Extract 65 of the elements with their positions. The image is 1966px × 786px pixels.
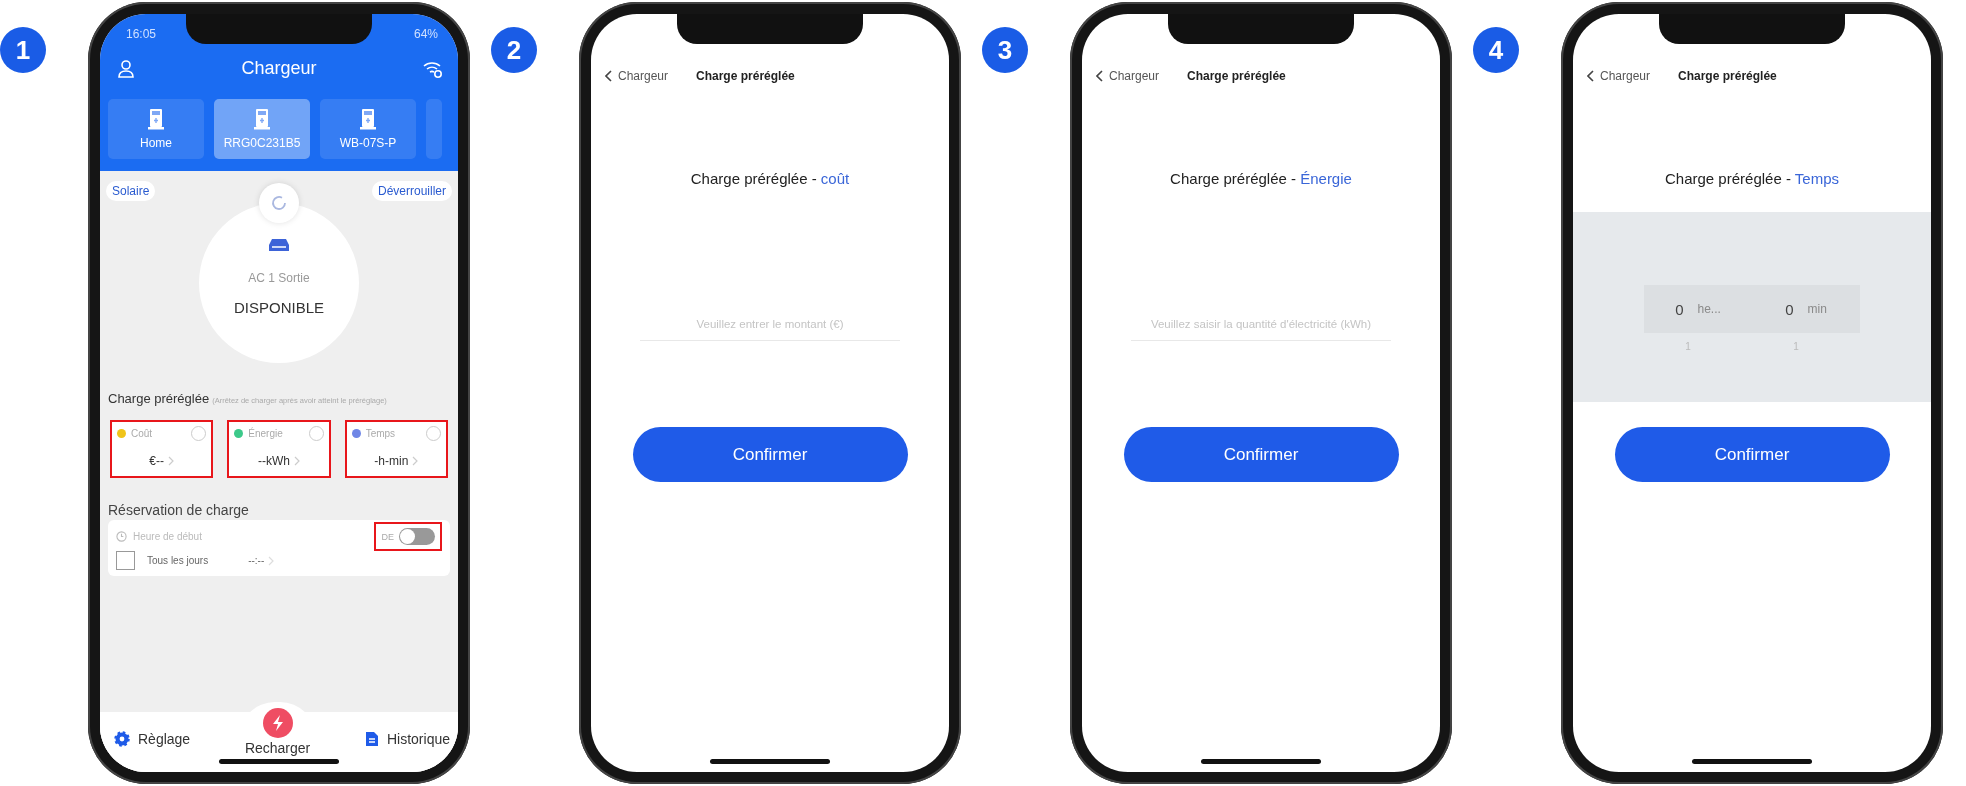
history-tab[interactable]: Historique (364, 731, 450, 747)
form-heading: Charge préréglée - Énergie (1170, 170, 1352, 189)
picker-value: 0 (1785, 300, 1794, 318)
back-icon (1096, 70, 1104, 82)
time-value: --:-- (248, 555, 265, 566)
section-title: Réservation de charge (107, 501, 250, 520)
unlock-button[interactable]: Déverrouiller (371, 181, 452, 201)
car-icon (266, 237, 292, 253)
connector-label: AC 1 Sortie (248, 271, 310, 285)
step-number: 4 (1473, 27, 1519, 73)
back-link[interactable]: Chargeur (1096, 69, 1160, 83)
option-value: --kWh (258, 454, 290, 468)
section-title: Charge préréglée (108, 391, 210, 406)
confirm-button[interactable]: Confirmer (1614, 427, 1890, 482)
screen-title: Charge préréglée (1678, 69, 1777, 83)
back-icon (1587, 70, 1595, 82)
option-label: Coût (131, 428, 154, 439)
settings-tab[interactable]: Règlage (114, 731, 191, 747)
option-label: Temps (365, 428, 397, 439)
start-time-label: Heure de début (133, 531, 202, 542)
back-icon (605, 70, 613, 82)
form-heading: Charge préréglée - coût (690, 170, 850, 189)
picker-unit: min (1807, 302, 1827, 316)
charging-station-icon (254, 108, 270, 130)
chevron-icon (412, 456, 419, 466)
refresh-icon (270, 194, 288, 212)
document-icon (364, 731, 379, 747)
preset-option-card[interactable]: Coût €-- (110, 420, 214, 478)
form-heading: Charge préréglée - Temps (1665, 170, 1839, 189)
back-link[interactable]: Chargeur (605, 69, 669, 83)
picker-value: 0 (1675, 300, 1684, 318)
user-icon (116, 58, 136, 79)
device-tab[interactable]: Home (108, 99, 204, 159)
settings-icon (114, 731, 130, 747)
option-label: Énergie (248, 428, 284, 439)
preset-option-card[interactable]: Temps -h-min (344, 420, 448, 478)
screen-title: Charge préréglée (696, 69, 795, 83)
picker-unit: he... (1697, 302, 1721, 316)
screen-title: Charge préréglée (1187, 69, 1286, 83)
screen-title: Chargeur (241, 58, 317, 79)
chevron-icon (168, 456, 174, 466)
option-value: -h-min (374, 454, 409, 468)
chevron-icon (268, 555, 275, 566)
chevron-icon (294, 456, 300, 466)
step-number: 3 (982, 27, 1028, 73)
clock-icon (116, 531, 127, 542)
confirm-button[interactable]: Confirmer (1123, 427, 1399, 482)
lightning-icon (262, 708, 293, 738)
charger-status: DISPONIBLE (234, 299, 324, 316)
step-number: 2 (491, 27, 537, 73)
device-tab[interactable] (426, 99, 442, 159)
device-tab[interactable]: WB-07S-P (320, 99, 416, 159)
option-value: €-- (149, 454, 164, 468)
battery-level: 64% (413, 27, 438, 41)
back-link[interactable]: Chargeur (1587, 69, 1651, 83)
daily-label: Tous les jours (147, 555, 209, 566)
preset-option-card[interactable]: Énergie --kWh (227, 420, 331, 478)
toggle-label: DE (381, 531, 394, 542)
refresh-button[interactable] (259, 183, 299, 223)
step-number: 1 (0, 27, 46, 73)
charging-station-icon (360, 108, 376, 130)
confirm-button[interactable]: Confirmer (632, 427, 908, 482)
charging-station-icon (148, 108, 164, 130)
status-time: 16:05 (126, 27, 157, 41)
solar-button[interactable]: Solaire (106, 181, 156, 201)
